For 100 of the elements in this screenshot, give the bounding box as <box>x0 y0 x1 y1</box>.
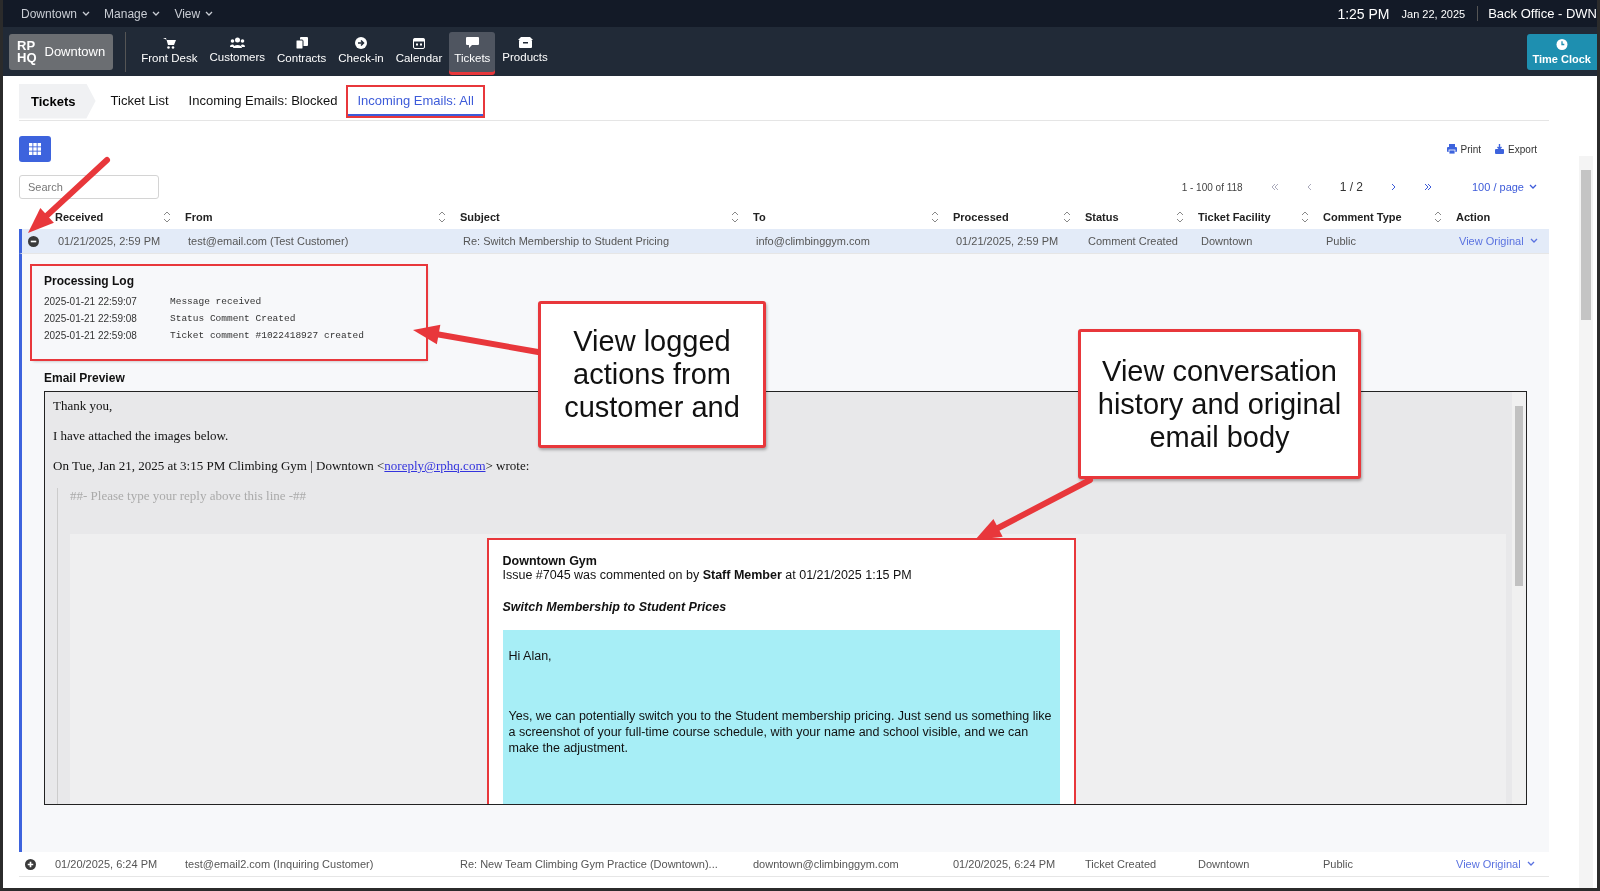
table-cell-text: test@email2.com (Inquiring Customer) <box>184 858 375 870</box>
table-cell-text: 01/21/2025, 2:59 PM <box>955 235 1060 247</box>
log-message: Ticket comment #1022418927 created <box>170 330 364 341</box>
tab[interactable]: Ticket List <box>101 86 178 116</box>
view-original-link[interactable]: View Original <box>1452 858 1549 870</box>
arrow-circle-icon <box>354 36 367 49</box>
tab[interactable]: Incoming Emails: All <box>348 86 483 116</box>
table-cell-text: 01/20/2025, 6:24 PM <box>54 858 159 870</box>
sort-icon[interactable] <box>731 211 739 223</box>
section-title: Email Preview <box>44 371 125 385</box>
column-header: Status <box>1085 211 1119 223</box>
box-icon <box>517 37 533 48</box>
chevron-down-icon <box>1529 184 1537 190</box>
log-time: 2025-01-21 22:59:08 <box>44 330 138 341</box>
cart-icon <box>162 36 176 49</box>
page-range: 1 - 100 of 118 <box>1181 181 1243 193</box>
table-cell-text: downtown@climbinggym.com <box>752 858 900 870</box>
sort-icon[interactable] <box>1301 211 1309 223</box>
table-cell-text: Downtown <box>1200 235 1254 247</box>
column-header: To <box>753 211 766 223</box>
message-text: Hi Alan, <box>508 648 553 664</box>
callout-box: View logged actions from customer and <box>538 301 766 448</box>
expand-icon[interactable] <box>25 858 36 870</box>
chevron-down-icon <box>152 10 161 17</box>
log-message: Status Comment Created <box>170 313 296 324</box>
previous-page-icon[interactable] <box>1306 183 1312 191</box>
chevron-down-icon <box>205 10 214 17</box>
print-button[interactable]: Print <box>1446 143 1482 155</box>
section-title: Processing Log <box>44 274 136 288</box>
column-header: From <box>185 211 213 223</box>
sort-icon[interactable] <box>1063 211 1071 223</box>
scrollbar[interactable] <box>1579 156 1593 888</box>
page-indicator: 1 / 2 <box>1339 180 1363 194</box>
calendar-icon <box>413 36 425 49</box>
nav-item[interactable]: Customers <box>204 31 271 72</box>
table-row[interactable]: 01/21/2025, 2:59 PM test@email.com (Test Customer) Re: Switch Membership to Student Pricing info@climbinggym.com 01/21/2025, 2:59 PM Comment Created Downtown Public View Original <box>19 229 1549 254</box>
scrollbar[interactable] <box>1512 392 1526 804</box>
page-size-dropdown[interactable]: 100 / page <box>1472 181 1537 193</box>
table-row[interactable]: 01/20/2025, 6:24 PM test@email2.com (Inquiring Customer) Re: New Team Climbing Gym Practice (Downtown)... downtown@climbinggym.com 01/20/2025, 6:24 PM Ticket Created Downtown Public View Original <box>19 852 1549 877</box>
breadcrumb-title: Tickets <box>19 83 96 119</box>
export-button[interactable]: Export <box>1495 143 1537 155</box>
table-cell-text: Downtown <box>1197 858 1251 870</box>
table-cell-text: Ticket Created <box>1084 858 1158 870</box>
email-subject: Switch Membership to Student Prices <box>502 600 728 614</box>
nav-item[interactable]: Contracts <box>272 31 332 72</box>
table-cell-text: Re: Switch Membership to Student Pricing <box>462 235 671 247</box>
sort-icon[interactable] <box>1176 211 1184 223</box>
time-clock-button[interactable]: Time Clock <box>1526 33 1597 70</box>
menu-dropdown[interactable]: View <box>174 6 214 21</box>
clock-time: 1:25 PM <box>1337 5 1390 22</box>
log-time: 2025-01-21 22:59:08 <box>44 313 138 324</box>
comment-summary: Issue #7045 was commented on by Staff Member at 01/21/2025 1:15 PM <box>502 568 913 582</box>
menu-dropdown[interactable]: Downtown <box>21 6 91 21</box>
nav-item[interactable]: Calendar <box>390 31 448 72</box>
table-cell-text: Public <box>1322 858 1354 870</box>
search-field[interactable]: Search <box>19 175 159 199</box>
nav-item[interactable]: Front Desk <box>136 31 203 72</box>
last-page-icon[interactable] <box>1424 183 1432 191</box>
documents-icon <box>295 36 308 49</box>
users-icon <box>229 37 245 48</box>
callout-box: View conversation history and original email body <box>1078 329 1361 479</box>
sort-icon[interactable] <box>163 211 171 223</box>
sort-icon[interactable] <box>931 211 939 223</box>
column-header: Subject <box>460 211 500 223</box>
email-link[interactable]: noreply@rphq.com <box>384 458 486 473</box>
nav-item[interactable]: Products <box>497 31 553 72</box>
grid-icon <box>29 143 41 155</box>
email-text: Thank you, <box>53 398 113 414</box>
sort-icon[interactable] <box>1434 211 1442 223</box>
sender-name: Downtown Gym <box>502 554 598 568</box>
reply-marker: ##- Please type your reply above this line -## <box>70 488 307 504</box>
sort-icon[interactable] <box>438 211 446 223</box>
user-menu[interactable]: Back Office - DWN <box>1477 6 1597 21</box>
log-message: Message received <box>170 296 262 307</box>
tab[interactable]: Incoming Emails: Blocked <box>179 86 347 116</box>
column-header: Received <box>55 211 104 223</box>
chevron-down-icon <box>1526 861 1535 867</box>
log-time: 2025-01-21 22:59:07 <box>44 296 138 307</box>
clock-icon <box>1555 38 1568 50</box>
column-header: Action <box>1456 211 1491 223</box>
nav-item[interactable]: Check-in <box>333 31 389 72</box>
collapse-icon[interactable] <box>28 235 39 247</box>
menu-dropdown[interactable]: Manage <box>104 6 161 21</box>
table-cell-text: test@email.com (Test Customer) <box>187 235 350 247</box>
view-original-link[interactable]: View Original <box>1455 235 1552 247</box>
printer-icon <box>1446 144 1457 154</box>
email-text: On Tue, Jan 21, 2025 at 3:15 PM Climbing Gym | Downtown <noreply@rphq.com> wrote: <box>53 458 530 474</box>
table-cell-text: 01/20/2025, 6:24 PM <box>952 858 1057 870</box>
chat-icon <box>465 36 479 49</box>
table-cell-text: Public <box>1325 235 1357 247</box>
next-page-icon[interactable] <box>1391 183 1396 191</box>
table-cell-text: info@climbinggym.com <box>755 235 871 247</box>
clock-date: Jan 22, 2025 <box>1401 7 1466 20</box>
nav-item[interactable]: Tickets <box>449 31 496 72</box>
chevron-down-icon <box>82 10 91 17</box>
email-text: I have attached the images below. <box>53 428 229 444</box>
grid-view-button[interactable] <box>19 136 51 162</box>
first-page-icon[interactable] <box>1270 183 1279 191</box>
table-cell-text: Comment Created <box>1087 235 1179 247</box>
table-cell-text: Re: New Team Climbing Gym Practice (Downtown)... <box>459 858 719 870</box>
